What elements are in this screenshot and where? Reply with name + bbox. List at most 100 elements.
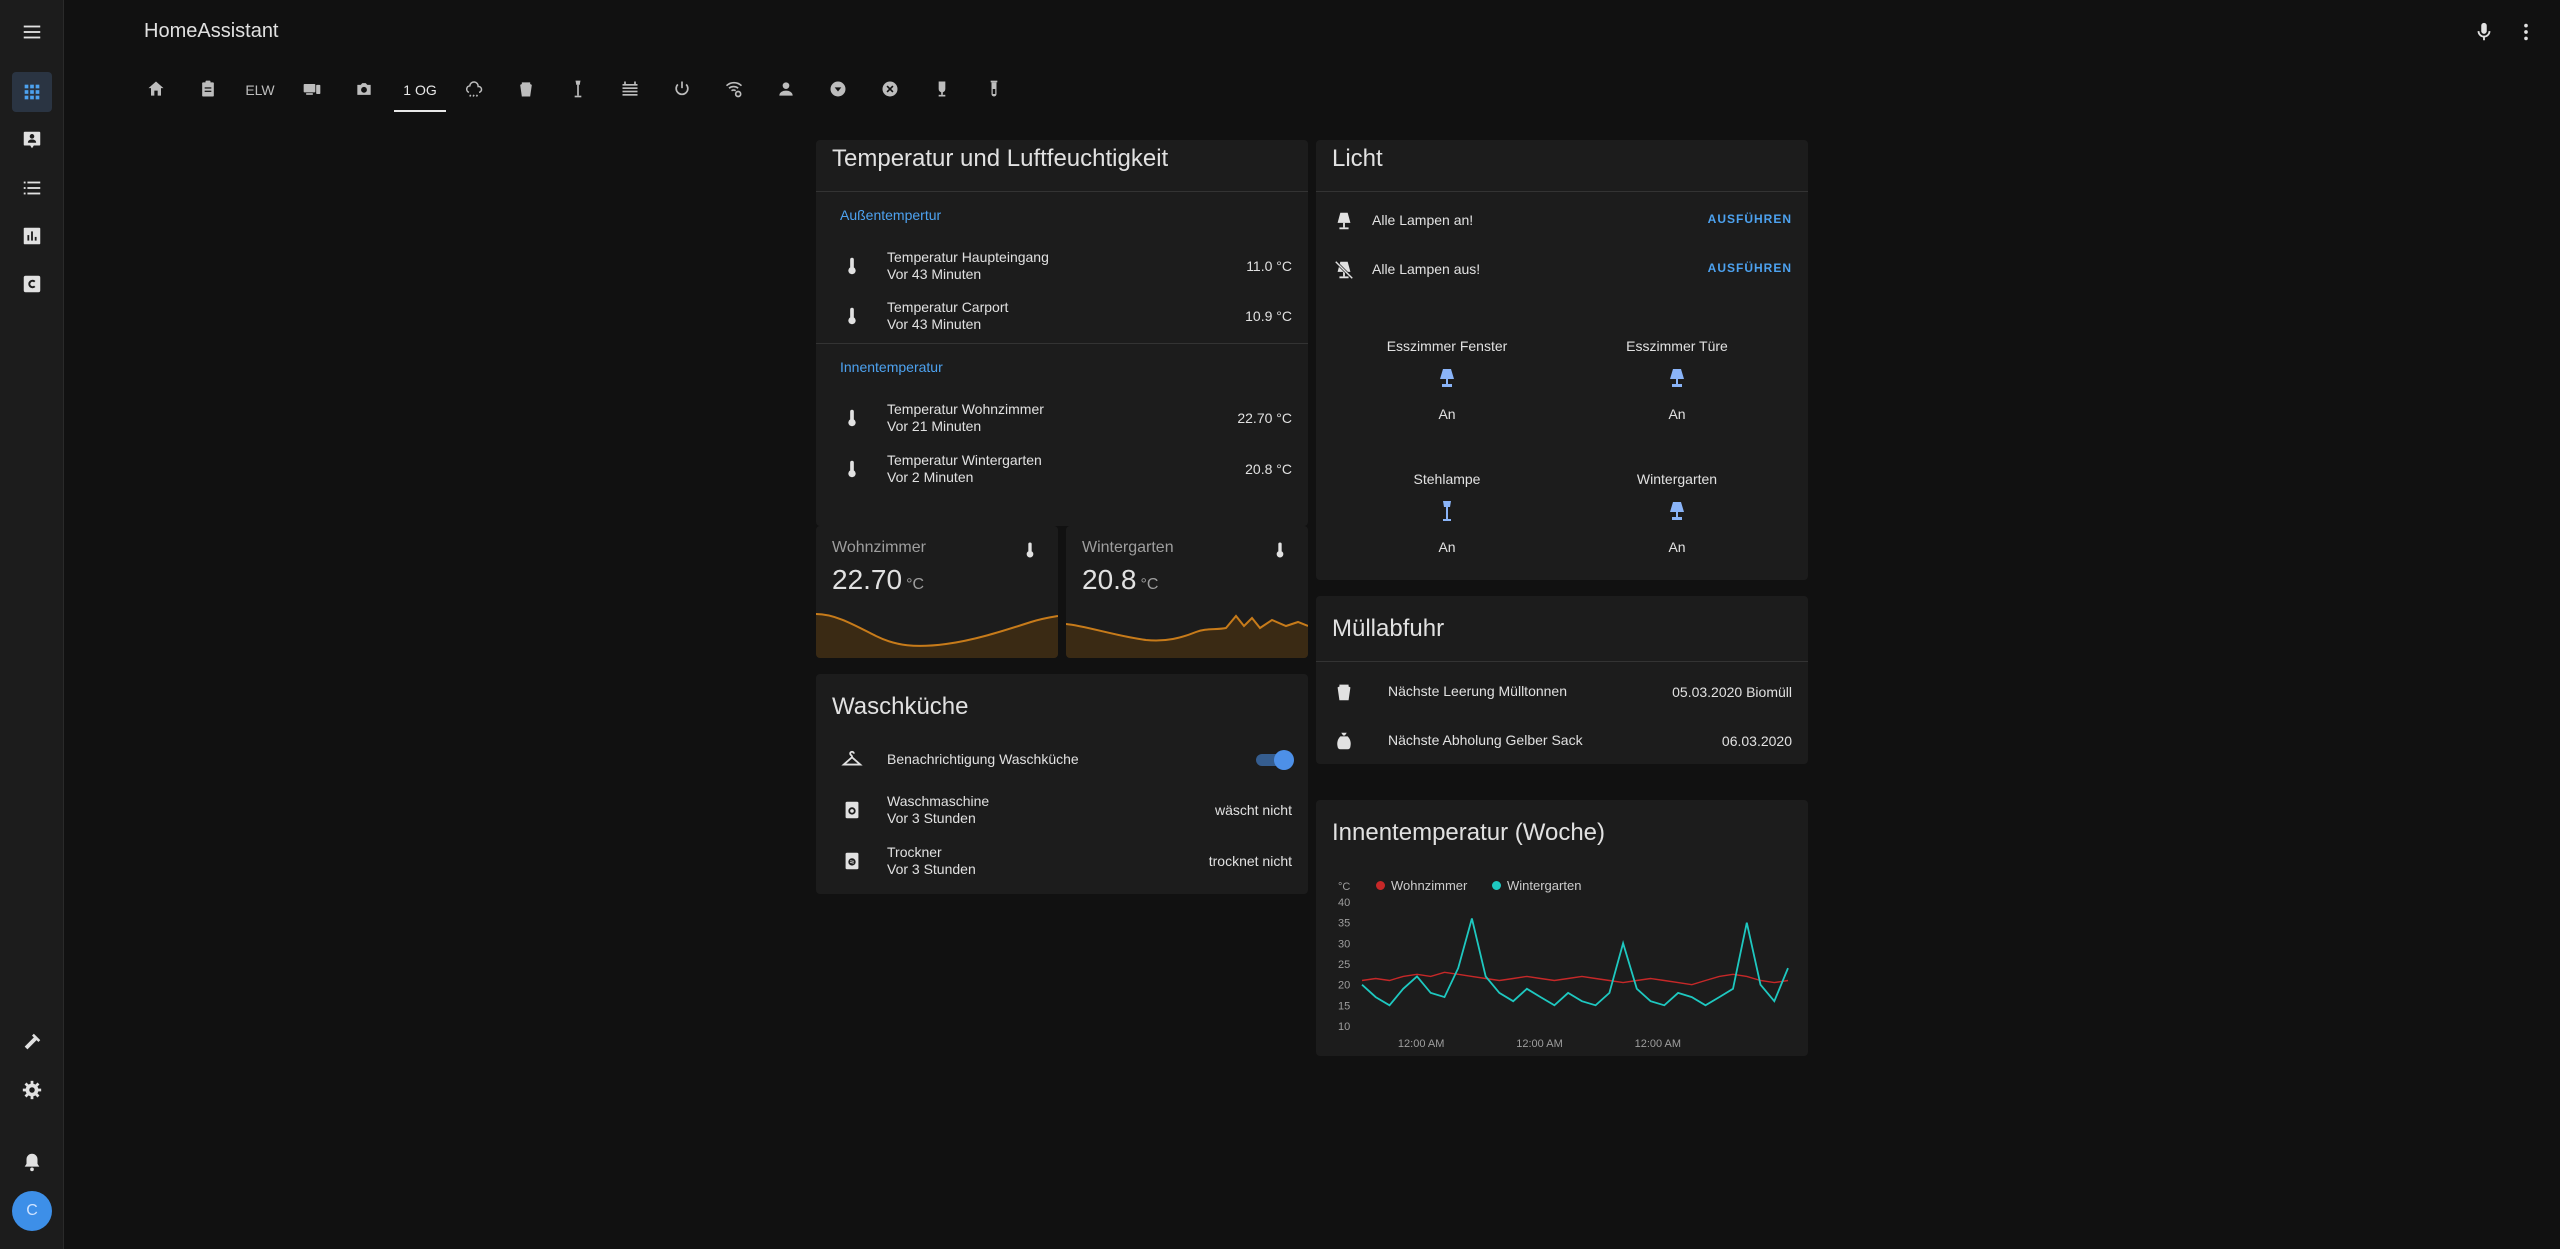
entity-row[interactable]: Waschmaschine Vor 3 Stunden wäscht nicht: [816, 788, 1308, 832]
entity-name: Temperatur Wintergarten Vor 2 Minuten: [887, 452, 1042, 486]
tab-elw-label: ELW: [245, 82, 275, 98]
history-chart: °C 10 15 20 25 30 35 40 12:00 AM 12:00 AM 12:00 AM: [1338, 881, 1789, 1050]
logbook-icon[interactable]: [12, 168, 52, 208]
trash-card: Müllabfuhr Nächste Leerung Mülltonnen 05…: [1316, 596, 1808, 764]
divider: [1316, 661, 1808, 662]
entity-row[interactable]: Temperatur Haupteingang Vor 43 Minuten 11…: [816, 244, 1308, 288]
tab-camera[interactable]: [338, 68, 390, 112]
light-card-title: Licht: [1332, 145, 1383, 172]
tab-elw[interactable]: ELW: [234, 68, 286, 112]
laundry-card: Waschküche Benachrichtigung Waschküche W…: [816, 674, 1308, 894]
account-card-icon[interactable]: [12, 120, 52, 160]
toggle-knob: [1274, 750, 1294, 770]
entity-row[interactable]: Nächste Abholung Gelber Sack 06.03.2020: [1316, 719, 1808, 763]
light-state: An: [1668, 539, 1686, 555]
entity-last-changed: Vor 43 Minuten: [887, 266, 982, 282]
sensor-card-wintergarten[interactable]: Wintergarten 20.8 °C: [1066, 526, 1308, 658]
tab-devices[interactable]: [286, 68, 338, 112]
sensor-value-wrap: 20.8 °C: [1082, 564, 1158, 596]
tumble-dryer-icon: [840, 849, 864, 873]
toggle-row[interactable]: Benachrichtigung Waschküche: [816, 738, 1308, 782]
settings-icon[interactable]: [12, 1070, 52, 1110]
notification-toggle[interactable]: [1256, 750, 1294, 770]
tab-heater[interactable]: [604, 68, 656, 112]
entity-name-text: Temperatur Carport: [887, 299, 1009, 315]
light-state: An: [1438, 406, 1456, 422]
x-tick-label: 12:00 AM: [1635, 1038, 1681, 1050]
avatar-initial: C: [26, 1202, 38, 1219]
washing-machine-icon: [840, 798, 864, 822]
devices-icon: [302, 79, 322, 102]
entity-row[interactable]: Temperatur Wintergarten Vor 2 Minuten 20.…: [816, 447, 1308, 491]
light-stehlampe[interactable]: Stehlampe An: [1332, 471, 1562, 581]
y-tick-label: 25: [1338, 959, 1350, 971]
floor-lamp-icon: [568, 79, 588, 102]
tab-weather[interactable]: [448, 68, 500, 112]
tab-glass[interactable]: [916, 68, 968, 112]
entity-value: 11.0 °C: [1246, 258, 1292, 274]
power-icon: [672, 79, 692, 102]
thermometer-icon: [1026, 542, 1034, 558]
light-esszimmer-fenster[interactable]: Esszimmer Fenster An: [1332, 338, 1562, 448]
y-tick-label: 10: [1338, 1021, 1350, 1033]
entity-last-changed: Vor 21 Minuten: [887, 418, 982, 434]
more-vert-icon[interactable]: [2512, 18, 2540, 46]
tab-close[interactable]: [864, 68, 916, 112]
tab-home[interactable]: [130, 68, 182, 112]
overview-icon[interactable]: [12, 72, 52, 112]
tab-power[interactable]: [656, 68, 708, 112]
script-name: Alle Lampen an!: [1372, 212, 1474, 228]
microphone-icon[interactable]: [2470, 18, 2498, 46]
test-tube-icon: [984, 79, 1004, 102]
table-lamp-icon: [1440, 369, 1454, 387]
entity-last-changed: Vor 43 Minuten: [887, 316, 982, 332]
section-indoor[interactable]: Innentemperatur: [840, 359, 943, 375]
light-wintergarten[interactable]: Wintergarten An: [1562, 471, 1792, 581]
sparkline-wintergarten: [1066, 614, 1308, 658]
entity-name: Temperatur Wohnzimmer Vor 21 Minuten: [887, 401, 1044, 435]
sensor-card-wohnzimmer[interactable]: Wohnzimmer 22.70 °C: [816, 526, 1058, 658]
menu-icon[interactable]: [12, 12, 52, 52]
temperature-card-title: Temperatur und Luftfeuchtigkeit: [832, 145, 1169, 172]
entity-name: Trockner Vor 3 Stunden: [887, 844, 976, 878]
divider: [1316, 191, 1808, 192]
tab-lamp[interactable]: [552, 68, 604, 112]
light-name: Stehlampe: [1413, 471, 1481, 487]
run-script-button[interactable]: AUSFÜHREN: [1708, 212, 1792, 226]
sack-icon: [1332, 729, 1356, 753]
bell-icon[interactable]: [12, 1142, 52, 1182]
history-icon[interactable]: [12, 216, 52, 256]
entity-row[interactable]: Temperatur Carport Vor 43 Minuten 10.9 °C: [816, 294, 1308, 338]
entity-row[interactable]: Trockner Vor 3 Stunden trocknet nicht: [816, 839, 1308, 883]
c-icon[interactable]: [12, 264, 52, 304]
tab-person[interactable]: [760, 68, 812, 112]
light-esszimmer-tuere[interactable]: Esszimmer Türe An: [1562, 338, 1792, 448]
avatar[interactable]: C: [12, 1191, 52, 1231]
lamp-icon: [1332, 209, 1356, 233]
home-icon: [146, 79, 166, 102]
tab-clipboard[interactable]: [182, 68, 234, 112]
entity-name: Nächste Abholung Gelber Sack: [1388, 732, 1583, 748]
entity-name-text: Temperatur Haupteingang: [887, 249, 1049, 265]
script-row[interactable]: Alle Lampen aus! AUSFÜHREN: [1316, 248, 1808, 292]
trash-can-icon: [1332, 680, 1356, 704]
radiator-icon: [620, 79, 640, 102]
tab-1og-label: 1 OG: [403, 82, 437, 98]
tab-wifi[interactable]: [708, 68, 760, 112]
hammer-icon[interactable]: [12, 1022, 52, 1062]
tab-shield[interactable]: [812, 68, 864, 112]
entity-row[interactable]: Temperatur Wohnzimmer Vor 21 Minuten 22.7…: [816, 396, 1308, 440]
script-row[interactable]: Alle Lampen an! AUSFÜHREN: [1316, 199, 1808, 243]
entity-value: 06.03.2020: [1721, 733, 1792, 749]
tab-tube[interactable]: [968, 68, 1020, 112]
light-name: Esszimmer Fenster: [1386, 338, 1508, 354]
table-lamp-icon: [1670, 502, 1684, 520]
tab-1og[interactable]: 1 OG: [394, 68, 446, 112]
divider: [816, 343, 1308, 344]
sensor-unit: °C: [1140, 576, 1159, 593]
tab-trash[interactable]: [500, 68, 552, 112]
run-script-button[interactable]: AUSFÜHREN: [1708, 261, 1792, 275]
entity-row[interactable]: Nächste Leerung Mülltonnen 05.03.2020 Bi…: [1316, 670, 1808, 714]
entity-name: Temperatur Haupteingang Vor 43 Minuten: [887, 249, 1049, 283]
section-outdoor[interactable]: Außentempertur: [840, 207, 941, 223]
